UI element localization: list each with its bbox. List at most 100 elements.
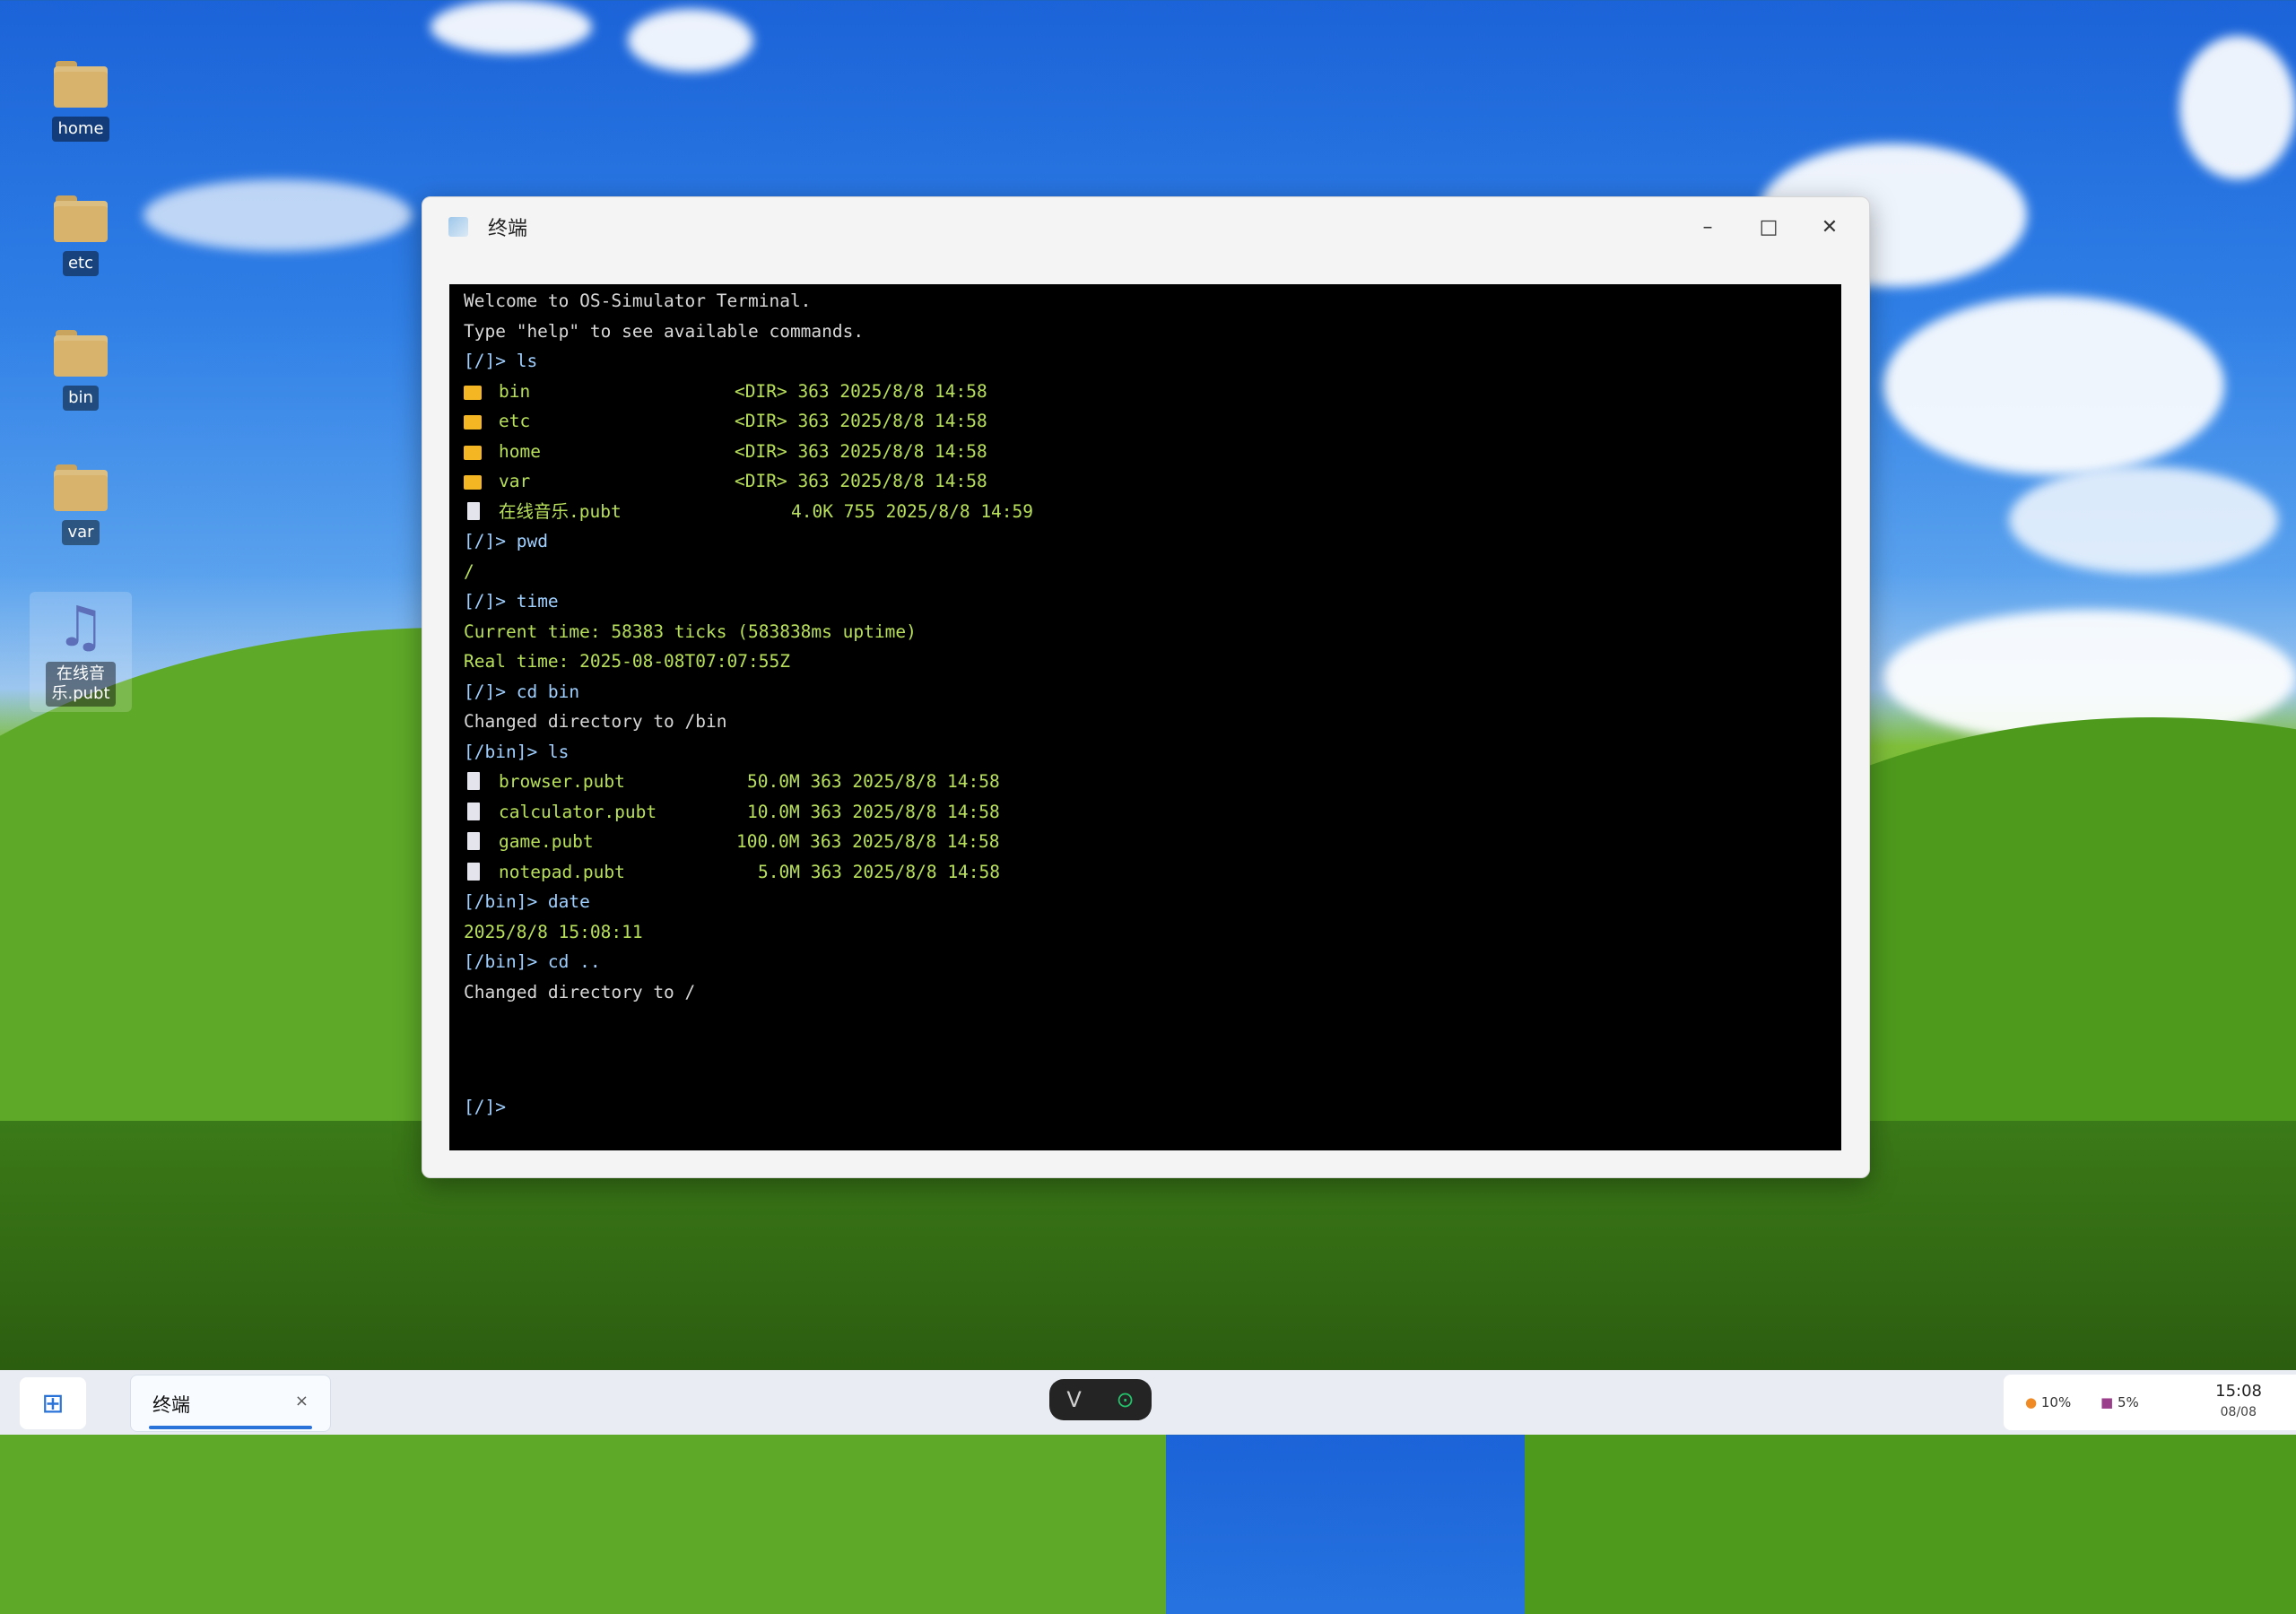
clock-date[interactable]: 08/08 [2221, 1405, 2257, 1419]
entry-name: browser.pubt [499, 771, 625, 792]
memory-value: 5% [2117, 1394, 2139, 1410]
command: time [505, 591, 559, 612]
file-icon [467, 863, 480, 881]
close-button[interactable]: ✕ [1799, 203, 1860, 251]
list-item: calculator.pubt [464, 797, 657, 827]
entry-meta: 5.0M 363 2025/8/8 14:58 [758, 862, 1001, 882]
hint-line: Type "help" to see available commands. [464, 321, 865, 342]
command-line: [/bin]> cd .. [464, 947, 601, 976]
folder-icon [54, 330, 108, 377]
folder-icon [54, 195, 108, 242]
desktop-icon-home[interactable]: home [30, 61, 132, 142]
clock-time[interactable]: 15:08 [2215, 1382, 2262, 1401]
desktop-icon-label: bin [63, 386, 99, 411]
cpu-indicator[interactable]: ● 10% [2025, 1394, 2071, 1410]
desktop-icon-label-line1: 在线音 [56, 664, 105, 683]
prompt: [/]> [464, 1097, 506, 1117]
active-indicator [149, 1426, 312, 1429]
prompt: [/bin]> [464, 891, 538, 912]
music-note-icon: ♫ [56, 594, 106, 659]
terminal-window[interactable]: 终端 – □ ✕ Welcome to OS-Simulator Termina… [422, 196, 1870, 1178]
maximize-button[interactable]: □ [1738, 203, 1799, 251]
prompt: [/]> [464, 591, 506, 612]
list-item: browser.pubt [464, 767, 625, 796]
desktop-icon-music[interactable]: ♫ 在线音 乐.pubt [30, 592, 132, 712]
target-icon[interactable]: ⊙ [1117, 1387, 1135, 1412]
entry-name: bin [499, 381, 531, 402]
command: ls [505, 351, 538, 371]
command-line: [/]> pwd [464, 526, 548, 556]
command-line: [/bin]> ls [464, 737, 569, 767]
terminal-app-icon [448, 217, 468, 237]
list-item: game.pubt [464, 827, 594, 856]
command: date [537, 891, 590, 912]
entry-meta: 10.0M 363 2025/8/8 14:58 [747, 802, 1000, 822]
list-item: 在线音乐.pubt [464, 497, 622, 526]
prompt: [/bin]> [464, 951, 538, 972]
list-item: notepad.pubt [464, 857, 625, 887]
folder-icon [464, 415, 482, 430]
desktop-icon-label: home [52, 117, 109, 142]
memory-indicator[interactable]: ■ 5% [2100, 1394, 2139, 1410]
entry-name: game.pubt [499, 831, 594, 852]
entry-meta: 100.0M 363 2025/8/8 14:58 [736, 831, 1000, 852]
file-icon [467, 803, 480, 820]
entry-name: etc [499, 411, 531, 431]
desktop-icon-etc[interactable]: etc [30, 195, 132, 276]
command-line: [/]> cd bin [464, 677, 579, 707]
flame-icon: ● [2025, 1394, 2038, 1410]
folder-icon [464, 446, 482, 460]
terminal-output[interactable]: Welcome to OS-Simulator Terminal. Type "… [449, 284, 1841, 1150]
output-line: Changed directory to / [464, 982, 696, 1002]
input-line[interactable]: [/]> [464, 1092, 506, 1122]
list-item: home [464, 437, 541, 466]
window-controls: – □ ✕ [1677, 203, 1860, 251]
v-logo-icon[interactable]: V [1066, 1387, 1081, 1412]
command-line: [/]> ls [464, 346, 537, 376]
file-icon [467, 502, 480, 520]
list-item: etc [464, 406, 530, 436]
list-item: var [464, 466, 530, 496]
entry-name: notepad.pubt [499, 862, 625, 882]
grid-icon: ⊞ [41, 1387, 65, 1419]
entry-meta: <DIR> 363 2025/8/8 14:58 [735, 471, 987, 491]
entry-meta: 4.0K 755 2025/8/8 14:59 [791, 501, 1034, 522]
taskbar-item-label: 终端 [152, 1394, 190, 1416]
prompt: [/]> [464, 531, 506, 551]
title-bar[interactable]: 终端 – □ ✕ [422, 197, 1869, 256]
cpu-value: 10% [2040, 1394, 2072, 1410]
command-line: [/]> time [464, 586, 559, 616]
desktop-icon-bin[interactable]: bin [30, 330, 132, 411]
entry-name: calculator.pubt [499, 802, 657, 822]
entry-name: home [499, 441, 541, 462]
window-title: 终端 [488, 218, 528, 240]
taskbar-item-terminal[interactable]: 终端 × [130, 1375, 331, 1432]
minimize-button[interactable]: – [1677, 203, 1738, 251]
dock: V ⊙ [1049, 1379, 1152, 1420]
folder-icon [54, 61, 108, 108]
entry-name: 在线音乐.pubt [499, 501, 622, 522]
entry-meta: <DIR> 363 2025/8/8 14:58 [735, 411, 987, 431]
entry-meta: 50.0M 363 2025/8/8 14:58 [747, 771, 1000, 792]
folder-icon [464, 475, 482, 490]
prompt: [/]> [464, 351, 506, 371]
file-icon [467, 832, 480, 850]
command: ls [537, 742, 570, 762]
desktop-icon-label-line2: 乐.pubt [51, 684, 110, 703]
entry-name: var [499, 471, 531, 491]
prompt: [/bin]> [464, 742, 538, 762]
desktop-icon-var[interactable]: var [30, 464, 132, 545]
taskbar: ⊞ 终端 × V ⊙ ● 10% ■ 5% 15:08 08/08 [0, 1370, 2296, 1435]
entry-meta: <DIR> 363 2025/8/8 14:58 [735, 441, 987, 462]
desktop-icon-label: 在线音 乐.pubt [46, 662, 116, 707]
start-button[interactable]: ⊞ [20, 1377, 86, 1429]
entry-meta: <DIR> 363 2025/8/8 14:58 [735, 381, 987, 402]
list-item: bin [464, 377, 530, 406]
file-icon [467, 772, 480, 790]
command-line: [/bin]> date [464, 887, 590, 916]
prompt: [/]> [464, 681, 506, 702]
desktop-icon-label: etc [62, 251, 100, 276]
output-line: Changed directory to /bin [464, 711, 727, 732]
close-icon[interactable]: × [295, 1392, 309, 1410]
output-line: / [464, 561, 474, 582]
